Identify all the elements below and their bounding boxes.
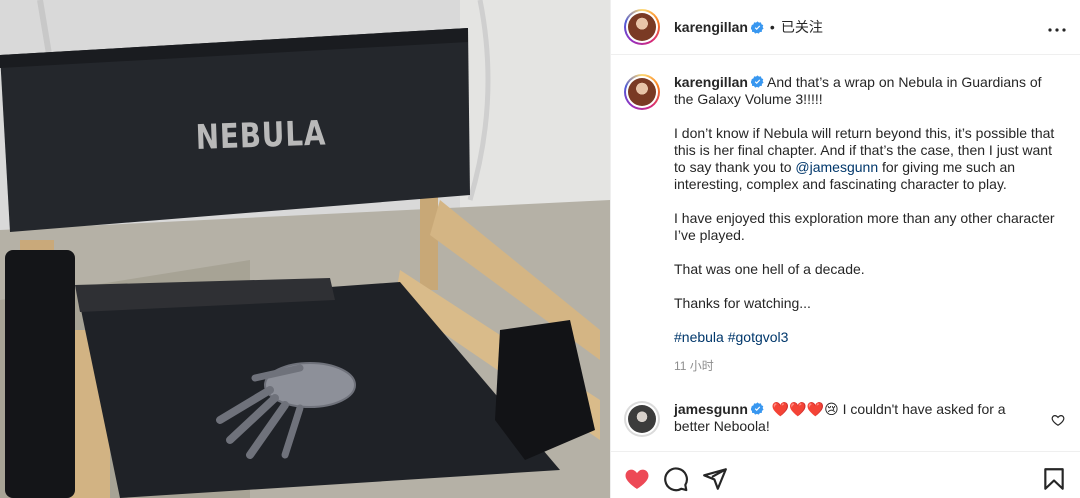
hashtags: #nebula #gotgvol3 xyxy=(674,329,1064,346)
bookmark-icon[interactable] xyxy=(1041,466,1067,492)
caption-paragraph-1: karengillan And that’s a wrap on Nebula … xyxy=(674,74,1064,108)
comment-item: jamesgunn ❤️❤️❤️😢 I couldn't have asked … xyxy=(624,401,1069,437)
heart-outline-icon[interactable] xyxy=(1051,413,1065,427)
author-avatar[interactable] xyxy=(624,9,660,45)
caption-username[interactable]: karengillan xyxy=(674,74,748,90)
caption-avatar[interactable] xyxy=(624,74,660,110)
share-icon[interactable] xyxy=(702,466,728,492)
action-bar xyxy=(611,451,1080,498)
post-side-panel: karengillan • 已关注 karengillan And that’s… xyxy=(610,0,1080,498)
verified-badge-icon xyxy=(750,402,764,415)
comments-area[interactable]: karengillan And that’s a wrap on Nebula … xyxy=(611,56,1080,451)
caption-paragraph-5: Thanks for watching... xyxy=(674,295,811,311)
follow-status-button[interactable]: 已关注 xyxy=(781,17,823,37)
caption-paragraph-2: I don’t know if Nebula will return beyon… xyxy=(674,125,1064,193)
mention-link[interactable]: @jamesgunn xyxy=(795,159,878,175)
comment-icon[interactable] xyxy=(663,466,689,492)
caption-timestamp[interactable]: 11 小时 xyxy=(674,358,1064,375)
verified-badge-icon xyxy=(750,75,764,88)
more-options-icon[interactable] xyxy=(1045,18,1069,42)
post-header: karengillan • 已关注 xyxy=(611,0,1080,55)
chair-label: NEBULA xyxy=(195,113,327,158)
header-username[interactable]: karengillan xyxy=(674,19,748,35)
header-user: karengillan • 已关注 xyxy=(674,17,823,37)
separator-dot: • xyxy=(769,19,775,35)
heart-icon[interactable] xyxy=(624,466,650,492)
caption-paragraph-3: I have enjoyed this exploration more tha… xyxy=(674,210,1055,243)
post-photo: NEBULA xyxy=(0,0,610,498)
caption-paragraph-4: That was one hell of a decade. xyxy=(674,261,865,277)
hashtag-link[interactable]: #nebula xyxy=(674,329,724,345)
caption: karengillan And that’s a wrap on Nebula … xyxy=(624,74,1069,375)
comment-emoji: ❤️❤️❤️😢 xyxy=(771,401,839,417)
commenter-username[interactable]: jamesgunn xyxy=(674,401,748,417)
comment-text: jamesgunn ❤️❤️❤️😢 I couldn't have asked … xyxy=(674,401,1044,437)
verified-badge-icon xyxy=(750,20,764,34)
hashtag-link[interactable]: #gotgvol3 xyxy=(728,329,789,345)
instagram-post: NEBULA karengillan • 已关注 karengillan And… xyxy=(0,0,1080,498)
commenter-avatar[interactable] xyxy=(624,401,660,437)
caption-text: karengillan And that’s a wrap on Nebula … xyxy=(674,74,1064,375)
